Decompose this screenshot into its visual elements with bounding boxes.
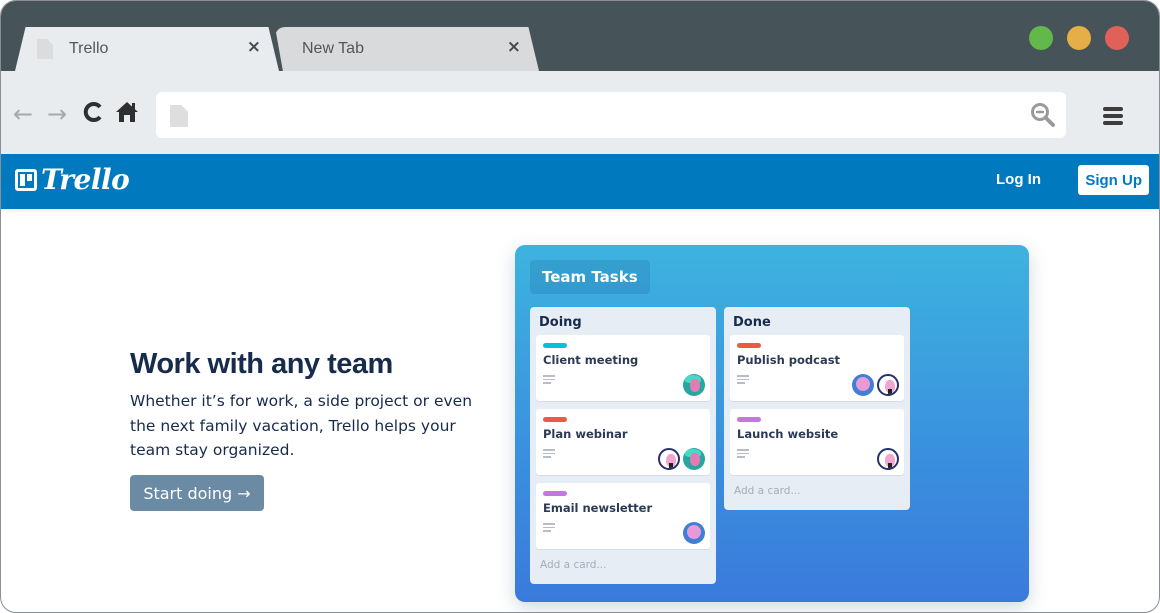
member-avatar (877, 374, 899, 396)
start-doing-button[interactable]: Start doing → (130, 475, 264, 511)
card-label (737, 417, 761, 422)
card[interactable]: Plan webinar (536, 409, 710, 475)
add-card-button[interactable]: Add a card... (540, 559, 606, 571)
card-title: Launch website (737, 427, 839, 441)
description-icon (737, 375, 749, 386)
member-avatar (683, 522, 705, 544)
card[interactable]: Client meeting (536, 335, 710, 401)
card-title: Publish podcast (737, 353, 841, 367)
list-done: Done Publish podcast Launch website Add … (724, 307, 910, 510)
card-title: Client meeting (543, 353, 639, 367)
description-icon (543, 449, 555, 460)
card-label (543, 491, 567, 496)
address-bar[interactable] (156, 92, 1066, 138)
list-doing: Doing Client meeting Plan webinar Email … (530, 307, 716, 584)
url-input[interactable] (200, 100, 1020, 130)
card-label (543, 417, 567, 422)
card[interactable]: Publish podcast (730, 335, 904, 401)
tab-trello[interactable]: Trello × (15, 27, 279, 71)
team-tasks-board: Team Tasks Doing Client meeting Plan web… (515, 245, 1029, 602)
menu-icon[interactable] (1103, 107, 1123, 125)
card[interactable]: Launch website (730, 409, 904, 475)
description-icon (543, 375, 555, 386)
card-title: Email newsletter (543, 501, 653, 515)
list-title: Done (733, 315, 771, 330)
login-link[interactable]: Log In (996, 171, 1041, 188)
browser-toolbar: ← → (1, 71, 1159, 154)
list-title: Doing (539, 315, 582, 330)
member-avatar (658, 448, 680, 470)
tab-label: Trello (69, 40, 109, 57)
forward-arrow-icon[interactable]: → (47, 101, 67, 127)
member-avatar (852, 374, 874, 396)
tab-label: New Tab (302, 40, 364, 57)
description-icon (737, 449, 749, 460)
signup-button[interactable]: Sign Up (1078, 165, 1149, 195)
maximize-button[interactable] (1029, 26, 1053, 50)
tab-new-tab[interactable]: New Tab × (275, 27, 539, 71)
hero-title: Work with any team (130, 348, 393, 380)
close-icon[interactable]: × (247, 37, 261, 57)
home-icon[interactable] (115, 101, 139, 128)
reload-icon[interactable] (83, 101, 105, 128)
member-avatar (683, 448, 705, 470)
member-avatar (877, 448, 899, 470)
minimize-button[interactable] (1067, 26, 1091, 50)
member-avatar (683, 374, 705, 396)
card-label (543, 343, 567, 348)
close-icon[interactable]: × (507, 37, 521, 57)
hero-description: Whether it’s for work, a side project or… (130, 392, 473, 459)
zoom-out-icon[interactable] (1030, 102, 1056, 128)
logo-text: Trello (41, 163, 130, 196)
site-header: Trello Log In Sign Up (1, 154, 1159, 209)
description-icon (543, 523, 555, 534)
title-bar: Trello × New Tab × (1, 1, 1159, 71)
add-card-button[interactable]: Add a card... (734, 485, 800, 497)
trello-board-icon (15, 169, 37, 191)
back-arrow-icon[interactable]: ← (13, 101, 33, 127)
trello-logo[interactable]: Trello (15, 163, 130, 196)
board-title[interactable]: Team Tasks (530, 260, 650, 294)
card-title: Plan webinar (543, 427, 628, 441)
page-icon (170, 105, 188, 127)
browser-window: Trello × New Tab × ← → Trello Log In Sig… (0, 0, 1160, 613)
window-controls (1029, 26, 1129, 50)
card-label (737, 343, 761, 348)
close-window-button[interactable] (1105, 26, 1129, 50)
card[interactable]: Email newsletter (536, 483, 710, 549)
